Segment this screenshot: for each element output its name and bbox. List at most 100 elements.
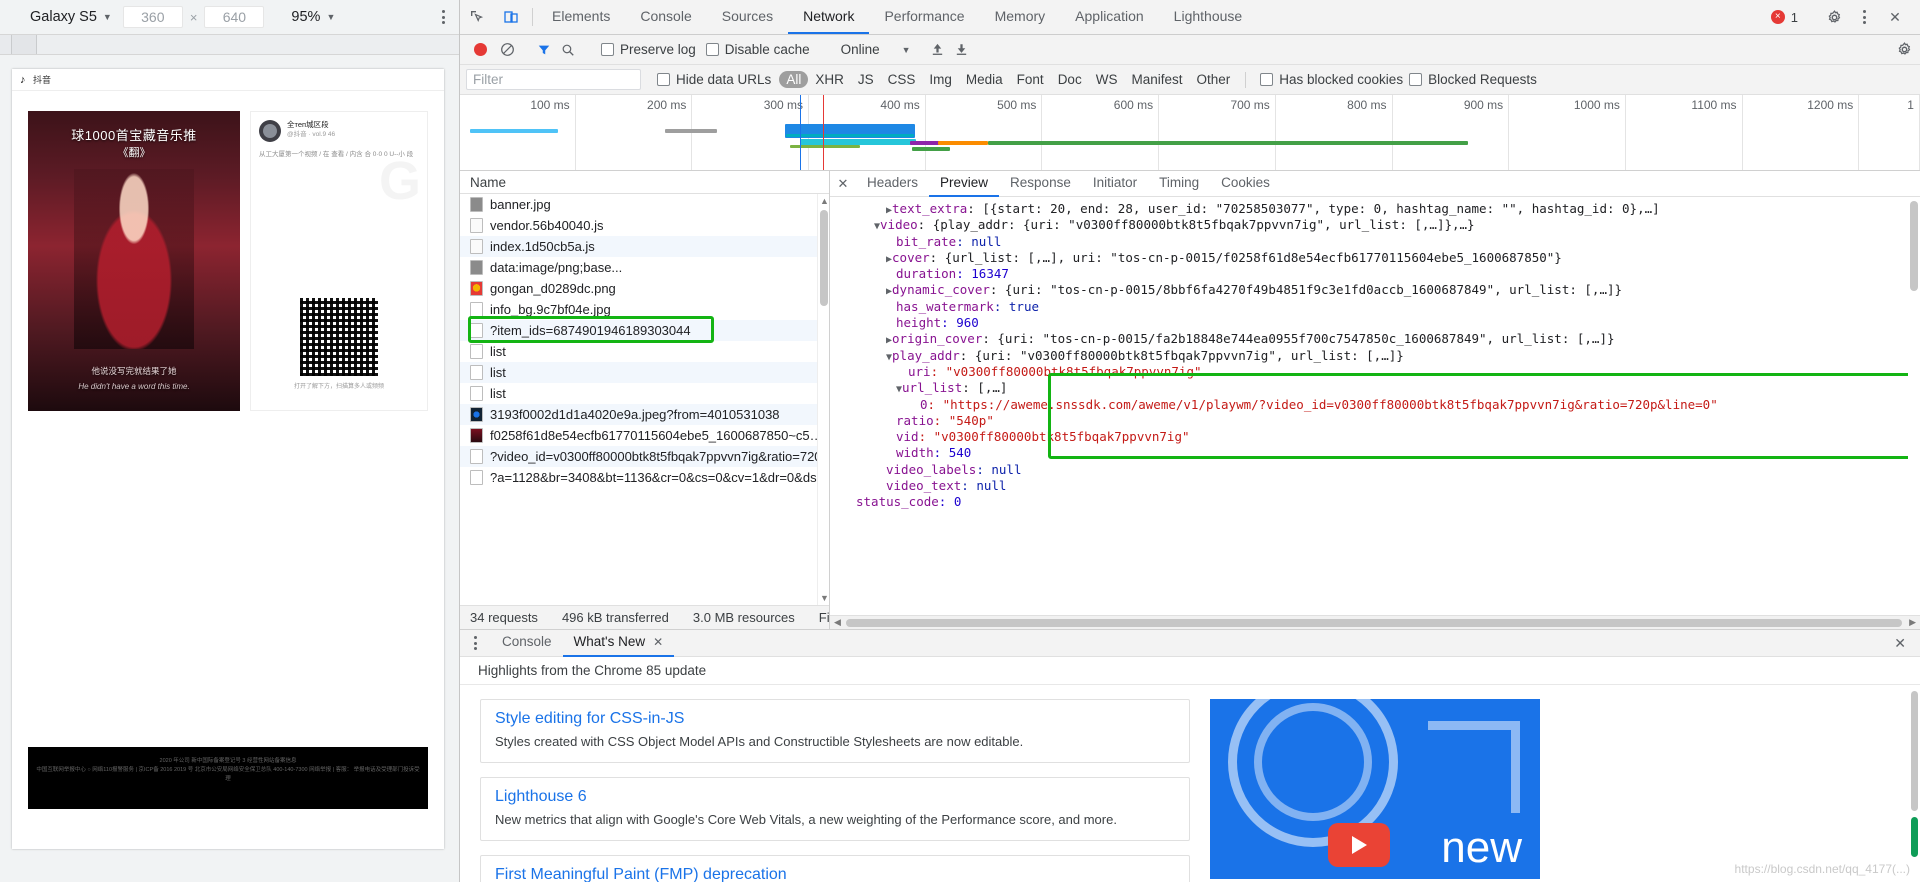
json-line[interactable]: ▼url_list: [,…] (844, 380, 1920, 396)
filter-input[interactable]: Filter (466, 69, 641, 90)
json-line[interactable]: width: 540 (844, 445, 1920, 461)
scroll-up-arrow-icon[interactable]: ▲ (820, 196, 829, 206)
json-line[interactable]: uri: "v0300ff80000btk8t5fbqak7ppvvn7ig" (844, 364, 1920, 380)
throttling-selector[interactable]: Online ▼ (841, 42, 911, 57)
device-more-options-button[interactable] (442, 10, 445, 24)
tab-memory[interactable]: Memory (980, 0, 1061, 34)
tab-elements[interactable]: Elements (537, 0, 625, 34)
json-line[interactable]: ratio: "540p" (844, 413, 1920, 429)
filter-type-xhr[interactable]: XHR (808, 71, 851, 88)
scrollbar-thumb[interactable] (820, 210, 828, 306)
whats-new-card[interactable]: First Meaningful Paint (FMP) deprecation (480, 855, 1190, 882)
request-column-header[interactable]: Name (460, 171, 829, 194)
json-vertical-scrollbar[interactable] (1908, 197, 1920, 603)
json-line[interactable]: bit_rate: null (844, 234, 1920, 250)
request-row[interactable]: 3193f0002d1d1a4020e9a.jpeg?from=40105310… (460, 404, 829, 425)
request-row[interactable]: gongan_d0289dc.png (460, 278, 829, 299)
json-horizontal-scrollbar[interactable]: ◀ ▶ (830, 615, 1920, 629)
scrollbar-thumb[interactable] (846, 619, 1902, 627)
scroll-left-arrow-icon[interactable]: ◀ (834, 617, 841, 628)
detail-tab-timing[interactable]: Timing (1148, 170, 1210, 197)
filter-type-ws[interactable]: WS (1089, 71, 1125, 88)
json-line[interactable]: vid: "v0300ff80000btk8t5fbqak7ppvvn7ig" (844, 429, 1920, 445)
request-list-scrollbar[interactable]: ▲ ▼ (817, 194, 829, 605)
preserve-log-checkbox[interactable]: Preserve log (601, 42, 696, 57)
request-row[interactable]: list (460, 362, 829, 383)
json-line[interactable]: 0: "https://aweme.snssdk.com/aweme/v1/pl… (844, 397, 1920, 413)
json-line[interactable]: video_labels: null (844, 462, 1920, 478)
close-icon[interactable]: ✕ (830, 176, 856, 192)
request-row[interactable]: data:image/png;base... (460, 257, 829, 278)
json-line[interactable]: ▶origin_cover: {uri: "tos-cn-p-0015/fa2b… (844, 331, 1920, 347)
request-row-selected[interactable]: ?item_ids=6874901946189303044 (460, 320, 829, 341)
zoom-selector[interactable]: 95% ▼ (281, 7, 345, 27)
request-row[interactable]: info_bg.9c7bf04e.jpg (460, 299, 829, 320)
viewport-height-input[interactable]: 640 (204, 6, 265, 28)
scrollbar-thumb[interactable] (1910, 201, 1918, 291)
filter-type-other[interactable]: Other (1189, 71, 1237, 88)
devtools-more-options-button[interactable] (1853, 10, 1876, 24)
json-line[interactable]: status_code: 0 (844, 494, 1920, 510)
json-line[interactable]: video_text: null (844, 478, 1920, 494)
clear-prohibited-icon[interactable] (497, 40, 517, 60)
request-row[interactable]: f0258f61d8e54ecfb61770115604ebe5_1600687… (460, 425, 829, 446)
drawer-tab-whats-new[interactable]: What's New ✕ (562, 629, 675, 657)
card-title[interactable]: Lighthouse 6 (495, 788, 1175, 806)
filter-type-all[interactable]: All (779, 71, 809, 88)
json-line[interactable]: duration: 16347 (844, 266, 1920, 282)
gear-icon[interactable] (1817, 9, 1851, 25)
close-icon[interactable]: ✕ (1878, 9, 1912, 26)
filter-type-font[interactable]: Font (1010, 71, 1051, 88)
filter-type-doc[interactable]: Doc (1051, 71, 1089, 88)
viewport-width-input[interactable]: 360 (122, 6, 183, 28)
filter-type-media[interactable]: Media (959, 71, 1010, 88)
detail-tab-headers[interactable]: Headers (856, 170, 929, 197)
network-overview-timeline[interactable]: 100 ms 200 ms 300 ms 400 ms 500 ms 600 m… (460, 95, 1920, 171)
disable-cache-checkbox[interactable]: Disable cache (705, 42, 810, 57)
whats-new-card[interactable]: Style editing for CSS-in-JS Styles creat… (480, 699, 1190, 763)
tab-application[interactable]: Application (1060, 0, 1159, 34)
drawer-tab-console[interactable]: Console (491, 629, 563, 657)
drawer-scrollbar-thumb[interactable] (1911, 691, 1918, 811)
detail-tab-preview[interactable]: Preview (929, 170, 1000, 197)
import-arrow-up-icon[interactable] (928, 40, 948, 60)
close-icon[interactable]: ✕ (653, 629, 663, 655)
json-line[interactable]: ▶text_extra: [{start: 20, end: 28, user_… (844, 201, 1920, 217)
network-settings-gear-icon[interactable] (1894, 40, 1914, 60)
json-line[interactable]: has_watermark: true (844, 299, 1920, 315)
inspect-element-icon[interactable] (460, 0, 494, 34)
scroll-down-arrow-icon[interactable]: ▼ (820, 593, 829, 603)
filter-type-manifest[interactable]: Manifest (1124, 71, 1189, 88)
json-line[interactable]: ▶cover: {url_list: [,…], uri: "tos-cn-p-… (844, 250, 1920, 266)
drawer-close-button[interactable]: ✕ (1880, 635, 1920, 652)
youtube-play-icon[interactable] (1328, 823, 1390, 867)
device-toolbar-icon[interactable] (494, 0, 528, 34)
request-row[interactable]: list (460, 383, 829, 404)
json-line[interactable]: height: 960 (844, 315, 1920, 331)
filter-type-img[interactable]: Img (922, 71, 959, 88)
error-count-badge[interactable]: × 1 (1770, 10, 1804, 25)
device-selector[interactable]: Galaxy S5 ▼ (22, 7, 120, 27)
request-row[interactable]: list (460, 341, 829, 362)
request-list[interactable]: banner.jpg vendor.56b40040.js index.1d50… (460, 194, 829, 605)
json-line[interactable]: ▼video: {play_addr: {uri: "v0300ff80000b… (844, 217, 1920, 233)
request-row[interactable]: ?video_id=v0300ff80000btk8t5fbqak7ppvvn7… (460, 446, 829, 467)
card-title[interactable]: Style editing for CSS-in-JS (495, 710, 1175, 728)
emulated-page[interactable]: 抖音 球1000首宝藏音乐推 《翻》 他说没写完就结果了她 He didn't … (12, 69, 444, 849)
whats-new-card[interactable]: Lighthouse 6 New metrics that align with… (480, 777, 1190, 841)
whats-new-media[interactable]: new (1210, 699, 1540, 879)
record-circle-icon[interactable] (474, 43, 487, 56)
request-row[interactable]: index.1d50cb5a.js (460, 236, 829, 257)
drawer-more-options-button[interactable] (460, 636, 491, 650)
request-row[interactable]: banner.jpg (460, 194, 829, 215)
tab-lighthouse[interactable]: Lighthouse (1159, 0, 1258, 34)
json-line[interactable]: ▼play_addr: {uri: "v0300ff80000btk8t5fbq… (844, 348, 1920, 364)
card-title[interactable]: First Meaningful Paint (FMP) deprecation (495, 866, 1175, 882)
has-blocked-cookies-checkbox[interactable]: Has blocked cookies (1260, 72, 1403, 87)
tab-sources[interactable]: Sources (707, 0, 788, 34)
scroll-right-arrow-icon[interactable]: ▶ (1909, 617, 1916, 628)
tab-network[interactable]: Network (788, 0, 870, 34)
hide-data-urls-checkbox[interactable]: Hide data URLs (657, 72, 771, 87)
json-line[interactable]: ▶dynamic_cover: {uri: "tos-cn-p-0015/8bb… (844, 282, 1920, 298)
detail-tab-cookies[interactable]: Cookies (1210, 170, 1281, 197)
